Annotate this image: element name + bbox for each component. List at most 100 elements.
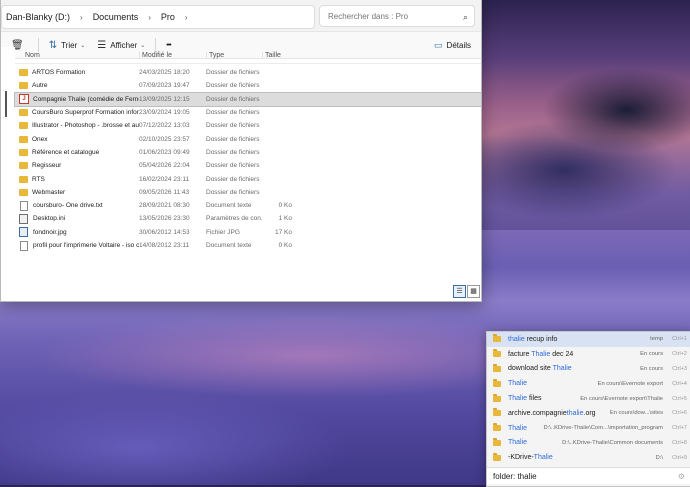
file-modified: 30/06/2012 14:53 [139,228,190,236]
launcher-result-item[interactable]: -KDrive-Thalie D:\ Ctrl+9 [487,450,690,465]
file-name: CoursBuro Superprof Formation informa... [32,109,139,117]
search-input[interactable] [326,11,460,22]
table-row[interactable]: RTS 16/02/2024 23:11 Dossier de fichiers [15,172,481,185]
launcher-result-item[interactable]: facture Thalie dec 24 En cours Ctrl+2 [487,347,690,362]
title-segment: download site [508,365,553,373]
file-type: Dossier de fichiers [206,135,260,143]
shortcut-hint: Ctrl+6 [672,410,687,417]
file-modified: 13/05/2026 23:30 [139,215,190,223]
file-size: 1 Ko [278,215,292,223]
launcher-result-item[interactable]: thalie recup info temp Ctrl+1 [487,332,690,347]
settings-file-icon [19,213,28,224]
table-row[interactable]: Onex 02/10/2025 23:57 Dossier de fichiers [15,132,481,145]
custom-folder-icon: J [19,94,29,105]
file-name-cell: Regisseur [15,162,139,170]
launcher-result-item[interactable]: download site Thalie En cours Ctrl+3 [487,362,690,377]
file-name: Regisseur [32,162,62,170]
file-type: Dossier de fichiers [206,162,260,170]
file-size: 0 Ko [278,242,292,249]
launcher-result-title: Thalie [508,380,527,387]
file-type: Dossier de fichiers [206,82,260,90]
file-type: Dossier de fichiers [206,188,260,196]
launcher-result-path: D:\..KDrive-Thalie\Com...\importation_pr… [543,425,663,432]
details-view-icon[interactable]: ☰ [453,285,466,298]
folder-icon [19,109,28,117]
file-list: Nom Modifié le Type Taille ARTOS Formati… [14,47,481,252]
file-modified: 13/09/2025 12:15 [139,95,190,103]
search-icon[interactable]: ⌕ [463,6,468,28]
breadcrumb-item[interactable]: Pro [157,12,179,22]
file-rows: ARTOS Formation 24/03/2025 18:20 Dossier d… [14,66,481,252]
file-name: Autre [32,82,48,90]
table-row[interactable]: Desktop.ini 13/05/2026 23:30 Paramètres de… [15,212,481,225]
match-highlight: thalie [566,409,584,417]
file-modified: 09/05/2026 11:43 [139,188,190,196]
text-file-icon [20,240,28,251]
column-name-header[interactable]: Nom [15,52,139,59]
launcher-query-bar[interactable]: folder: thalie ⚙ [487,468,690,485]
column-modified-header[interactable]: Modifié le [139,51,206,59]
file-name-cell: fondnoir.jpg [15,227,139,238]
table-row[interactable]: Référence et catalogue 01/06/2023 09:49 Do… [15,146,481,159]
table-row[interactable]: ARTOS Formation 24/03/2025 18:20 Dossier d… [15,66,481,79]
launcher-query-text[interactable]: folder: thalie [493,472,537,481]
launcher-result-item[interactable]: Thalie D:\..KDrive-Thalie\Common document… [487,436,690,451]
folder-icon [19,148,28,156]
file-modified: 28/09/2021 08:30 [139,202,190,210]
file-name: Onex [32,135,48,143]
navigation-pane[interactable] [1,47,15,291]
breadcrumb[interactable]: Dan-Blanky (D:) › Documents › Pro › [1,5,315,29]
table-row[interactable]: CoursBuro Superprof Formation informa...… [15,106,481,119]
file-modified: 01/06/2023 09:49 [139,148,190,156]
match-highlight: Thalie [533,454,553,462]
breadcrumb-item[interactable]: Documents [89,12,143,22]
column-size-header[interactable]: Taille [262,51,298,59]
file-name-cell: CoursBuro Superprof Formation informa... [15,109,139,117]
file-type: Dossier de fichiers [206,148,260,156]
folder-icon [493,423,501,432]
chevron-right-icon[interactable]: › [179,13,194,22]
launcher-result-item[interactable]: Thalie D:\..KDrive-Thalie\Com...\importat… [487,421,690,436]
table-row[interactable]: Webmaster 09/05/2026 11:43 Dossier de fich… [15,186,481,199]
file-type: Dossier de fichiers [206,69,260,77]
tiles-view-icon[interactable]: ▦ [467,285,480,298]
launcher-result-path: En cours [640,365,663,372]
file-modified: 14/08/2012 23:11 [139,242,190,249]
folder-icon [493,437,501,446]
folder-icon [493,393,501,402]
table-row[interactable]: fondnoir.jpg 30/06/2012 14:53 Fichier JPG 1… [15,226,481,239]
table-row[interactable]: coursburo- One drive.txt 28/09/2021 08:30… [15,199,481,212]
file-name-cell: Desktop.ini [15,213,139,224]
match-highlight: Thalie [508,424,528,432]
launcher-result-item[interactable]: Thalie En cours\Evernote export Ctrl+4 [487,376,690,391]
table-row[interactable]: Autre 07/09/2023 19:47 Dossier de fichiers [15,79,481,92]
shortcut-hint: Ctrl+1 [672,336,687,343]
title-segment: archive.compagnie [508,409,567,417]
match-highlight: thalie [508,335,525,343]
launcher-result-title: download site Thalie [508,365,572,372]
launcher-result-path: D:\..KDrive-Thalie\Common documents [562,439,663,446]
folder-icon [493,378,501,387]
file-name-cell: profil pour l'imprimerie Voltaire - iso … [15,240,139,251]
launcher-result-item[interactable]: Thalie files En cours\Evernote export\Tha… [487,391,690,406]
table-row[interactable]: J Compagnie Thalie (comédie de Ferney) ..… [14,91,481,107]
nav-selection-indicator [5,91,7,117]
gear-icon[interactable]: ⚙ [678,472,685,481]
launcher-result-path: D:\ [655,454,663,461]
breadcrumb-item[interactable]: Dan-Blanky (D:) [2,12,74,22]
folder-icon [493,363,501,372]
shortcut-hint: Ctrl+5 [672,395,687,402]
launcher-result-item[interactable]: archive.compagniethalie.org En cours\dow.… [487,406,690,421]
table-row[interactable]: Regisseur 05/04/2026 22:04 Dossier de fich… [15,159,481,172]
folder-icon [493,452,501,461]
launcher-result-path: En cours [640,351,663,358]
column-type-header[interactable]: Type [206,51,262,59]
table-row[interactable]: Illustrator - Photoshop - .brosse et aut… [15,119,481,132]
file-name-cell: Webmaster [15,188,139,196]
quick-launcher-popup: thalie recup info temp Ctrl+1 facture Thali… [486,331,690,487]
table-row[interactable]: profil pour l'imprimerie Voltaire - iso … [15,239,481,252]
file-type: Document texte [206,202,252,210]
shortcut-hint: Ctrl+8 [672,439,687,446]
file-name-cell: coursburo- One drive.txt [15,200,139,211]
launcher-results: thalie recup info temp Ctrl+1 facture Thali… [487,332,690,465]
